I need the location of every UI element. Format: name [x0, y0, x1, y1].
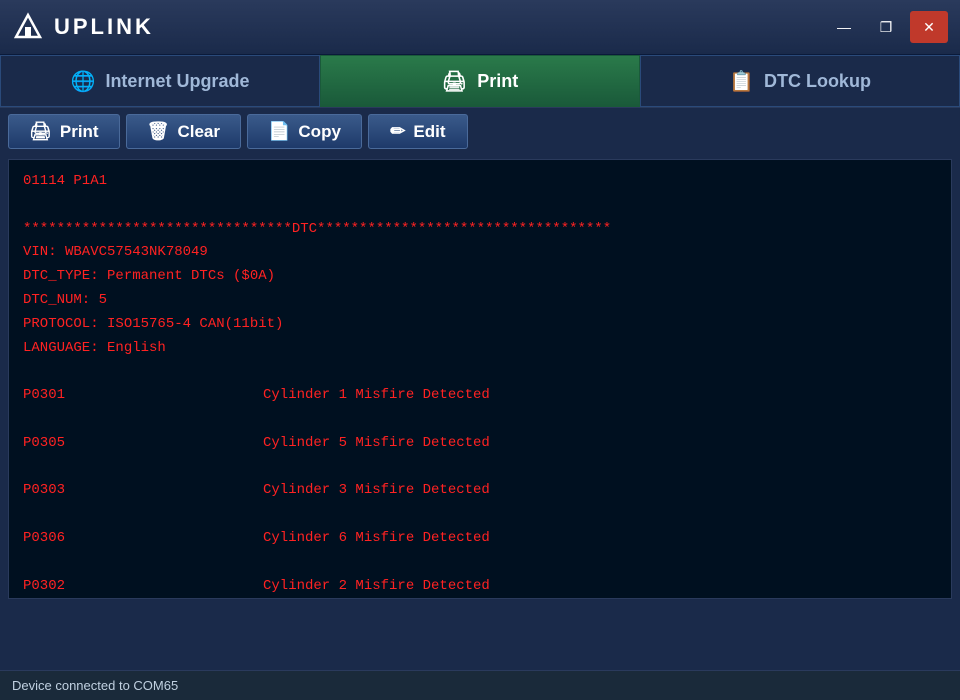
- print-button-icon: 🖨: [29, 121, 52, 142]
- clear-button-icon: 🗑: [147, 121, 170, 142]
- dtc-code-3: P0306: [23, 527, 263, 551]
- minimize-button[interactable]: —: [826, 12, 862, 42]
- toolbar: 🖨 Print 🗑 Clear 📄 Copy ✏ Edit: [0, 107, 960, 155]
- dtc-code-0: P0301: [23, 384, 263, 408]
- dtc-header-line: ********************************DTC*****…: [23, 218, 937, 242]
- copy-button[interactable]: 📄 Copy: [247, 114, 362, 149]
- content-area: 01114 P1A1 *****************************…: [8, 159, 952, 599]
- copy-button-label: Copy: [298, 122, 341, 142]
- print-tab-icon: 🖨: [442, 69, 467, 94]
- dtc-type-line: DTC_TYPE: Permanent DTCs ($0A): [23, 265, 937, 289]
- dtc-code-4: P0302: [23, 575, 263, 598]
- tab-dtc-lookup-label: DTC Lookup: [764, 71, 871, 92]
- tab-bar: 🌐 Internet Upgrade 🖨 Print 📋 DTC Lookup: [0, 55, 960, 107]
- close-button[interactable]: ✕: [910, 11, 948, 43]
- app-title: UPLINK: [54, 14, 154, 40]
- dtc-entries: P0301Cylinder 1 Misfire DetectedP0305Cyl…: [23, 384, 937, 598]
- tab-dtc-lookup[interactable]: 📋 DTC Lookup: [640, 55, 960, 107]
- dtc-desc-1: Cylinder 5 Misfire Detected: [263, 432, 490, 456]
- tab-print[interactable]: 🖨 Print: [320, 55, 640, 107]
- dtc-entry-1: P0305Cylinder 5 Misfire Detected: [23, 432, 937, 456]
- clear-button-label: Clear: [177, 122, 220, 142]
- tab-internet-upgrade[interactable]: 🌐 Internet Upgrade: [0, 55, 320, 107]
- tab-internet-upgrade-label: Internet Upgrade: [105, 71, 249, 92]
- dtc-num-line: DTC_NUM: 5: [23, 289, 937, 313]
- edit-button-icon: ✏: [390, 121, 405, 142]
- dtc-entry-0: P0301Cylinder 1 Misfire Detected: [23, 384, 937, 408]
- dtc-lookup-icon: 📋: [729, 69, 754, 94]
- prefix-line: 01114 P1A1: [23, 170, 937, 194]
- clear-button[interactable]: 🗑 Clear: [126, 114, 241, 149]
- copy-button-icon: 📄: [268, 121, 290, 142]
- dtc-code-1: P0305: [23, 432, 263, 456]
- edit-button-label: Edit: [413, 122, 445, 142]
- language-line: LANGUAGE: English: [23, 337, 937, 361]
- text-display[interactable]: 01114 P1A1 *****************************…: [9, 160, 951, 598]
- dtc-code-2: P0303: [23, 479, 263, 503]
- dtc-entry-2: P0303Cylinder 3 Misfire Detected: [23, 479, 937, 503]
- print-button[interactable]: 🖨 Print: [8, 114, 120, 149]
- uplink-logo-icon: [12, 11, 44, 43]
- internet-upgrade-icon: 🌐: [71, 69, 96, 94]
- tab-print-label: Print: [477, 71, 518, 92]
- dtc-entry-4: P0302Cylinder 2 Misfire Detected: [23, 575, 937, 598]
- print-button-label: Print: [60, 122, 99, 142]
- dtc-entry-3: P0306Cylinder 6 Misfire Detected: [23, 527, 937, 551]
- restore-button[interactable]: ❐: [868, 12, 904, 42]
- dtc-desc-4: Cylinder 2 Misfire Detected: [263, 575, 490, 598]
- window-controls: — ❐ ✕: [826, 11, 948, 43]
- dtc-desc-0: Cylinder 1 Misfire Detected: [263, 384, 490, 408]
- logo-area: UPLINK: [12, 11, 154, 43]
- dtc-desc-3: Cylinder 6 Misfire Detected: [263, 527, 490, 551]
- protocol-line: PROTOCOL: ISO15765-4 CAN(11bit): [23, 313, 937, 337]
- vin-line: VIN: WBAVC57543NK78049: [23, 241, 937, 265]
- edit-button[interactable]: ✏ Edit: [368, 114, 468, 149]
- dtc-desc-2: Cylinder 3 Misfire Detected: [263, 479, 490, 503]
- status-bar: Device connected to COM65: [0, 670, 960, 700]
- status-text: Device connected to COM65: [12, 678, 178, 693]
- title-bar: UPLINK — ❐ ✕: [0, 0, 960, 55]
